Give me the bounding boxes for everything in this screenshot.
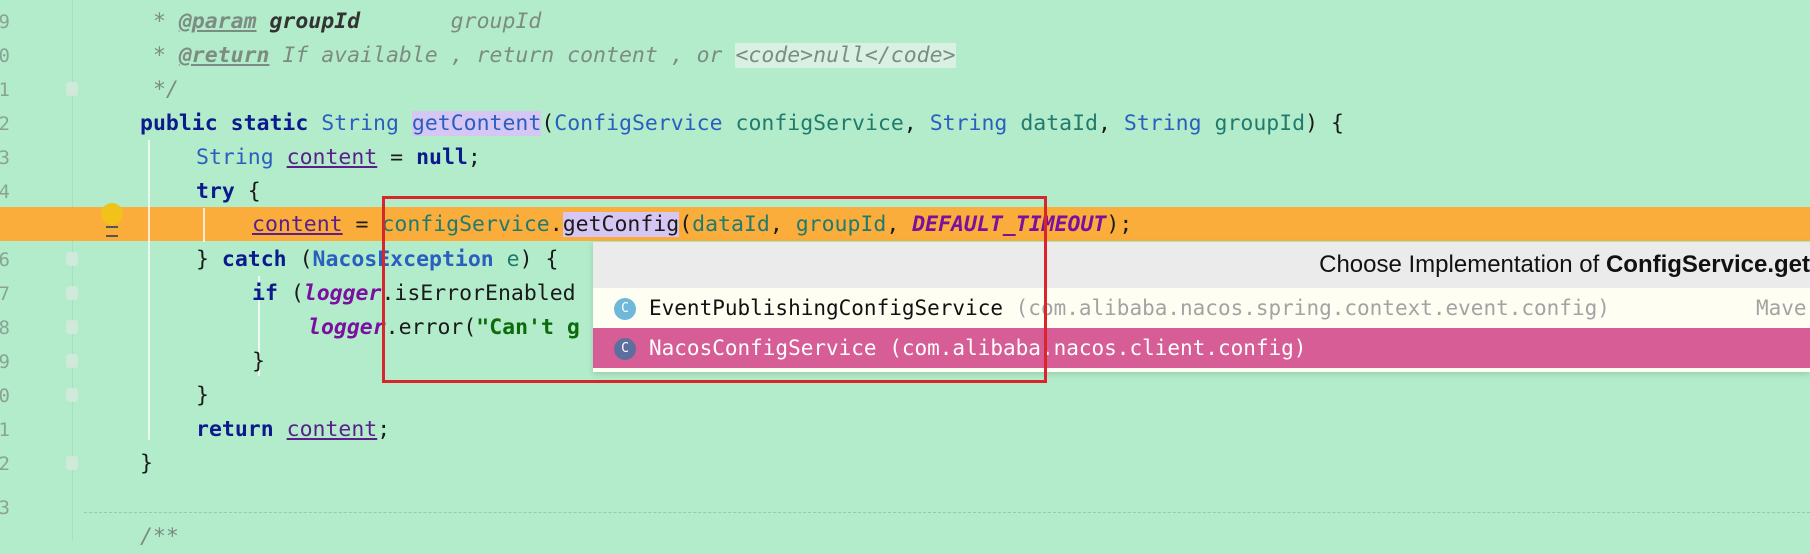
code-line: logger.error("Can't g [308,315,580,340]
code-line: * @return If available , return content … [140,43,956,68]
class-icon: C [614,298,636,320]
code-line: return content; [196,417,391,442]
module-label: Mave [1756,296,1807,320]
code-line: try { [196,179,261,204]
code-line: * @param groupId groupId [140,9,542,34]
code-line: */ [140,77,179,102]
implementation-item-event-publishing[interactable]: C EventPublishingConfigService (com.alib… [593,288,1810,328]
implementation-item-nacos-config-service[interactable]: C NacosConfigService (com.alibaba.nacos.… [593,328,1810,368]
code-line: String content = null; [196,145,481,170]
class-name: NacosConfigService [649,336,877,360]
code-line: content = configService.getConfig(dataId… [252,212,1133,237]
code-line: if (logger.isErrorEnabled [252,281,576,306]
code-line: } [252,349,265,374]
choose-implementation-popup: Choose Implementation of ConfigService.g… [593,242,1810,372]
code-line: } [196,383,209,408]
code-line: public static String getContent(ConfigSe… [140,111,1344,136]
package-name: (com.alibaba.nacos.spring.context.event.… [1003,296,1610,320]
method-separator [84,512,1810,513]
code-line: } [140,451,153,476]
code-line: } catch (NacosException e) { [196,247,559,272]
package-name: (com.alibaba.nacos.client.config) [876,336,1307,360]
class-icon: C [614,338,636,360]
popup-title: Choose Implementation of ConfigService.g… [593,242,1810,288]
class-name: EventPublishingConfigService [649,296,1004,320]
code-line: /** [140,524,179,549]
